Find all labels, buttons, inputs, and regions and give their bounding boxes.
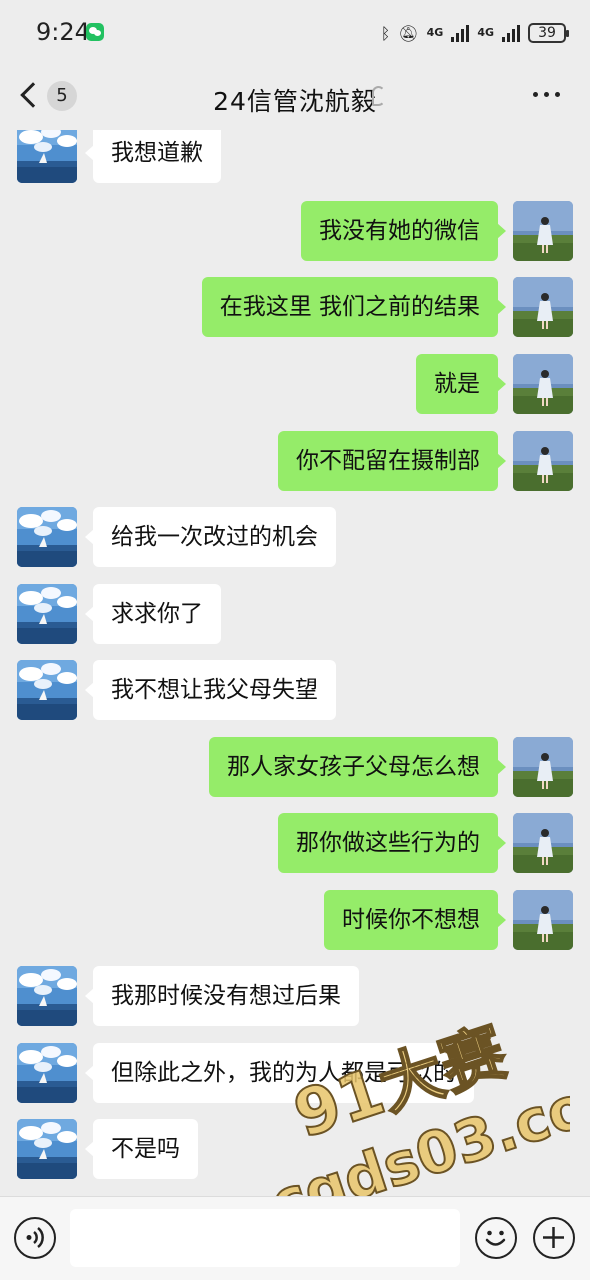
message-row: 我那时候没有想过后果 [0, 966, 590, 1026]
network-type-2: 4G [477, 26, 494, 39]
plus-icon [543, 1227, 564, 1248]
contact-avatar[interactable] [17, 1119, 77, 1179]
message-row: 那人家女孩子父母怎么想 [0, 737, 590, 797]
message-row: 但除此之外，我的为人都是可以的 [0, 1043, 590, 1103]
message-bubble[interactable]: 但除此之外，我的为人都是可以的 [85, 1043, 474, 1103]
status-icons: ᛒ 🔕︎ 4G 4G 39 [380, 20, 569, 46]
chat-title: 24信管沈航毅 [213, 87, 377, 116]
more-options-icon[interactable] [533, 92, 560, 97]
message-bubble[interactable]: 就是 [416, 354, 506, 414]
input-bar [0, 1196, 590, 1280]
signal-icon-1 [451, 24, 470, 42]
more-functions-button[interactable] [533, 1217, 575, 1259]
message-row: 就是 [0, 354, 590, 414]
contact-avatar[interactable] [17, 660, 77, 720]
message-bubble[interactable]: 求求你了 [85, 584, 221, 644]
wechat-notification-icon [86, 23, 104, 41]
message-row: 给我一次改过的机会 [0, 507, 590, 567]
contact-avatar[interactable] [17, 130, 77, 183]
battery-icon: 39 [528, 23, 569, 43]
message-row: 不是吗 [0, 1119, 590, 1179]
message-row: 你不配留在摄制部 [0, 431, 590, 491]
emoji-button[interactable] [475, 1217, 517, 1259]
message-bubble[interactable]: 我没有她的微信 [301, 201, 506, 261]
message-bubble[interactable]: 不是吗 [85, 1119, 198, 1179]
contact-avatar[interactable] [17, 966, 77, 1026]
message-bubble[interactable]: 你不配留在摄制部 [278, 431, 506, 491]
message-row: 那你做这些行为的 [0, 813, 590, 873]
my-avatar[interactable] [513, 277, 573, 337]
message-row: 我没有她的微信 [0, 201, 590, 261]
voice-icon [26, 1227, 44, 1248]
emoji-icon [485, 1230, 506, 1246]
message-bubble[interactable]: 时候你不想想 [324, 890, 506, 950]
status-bar: 9:24 ᛒ 🔕︎ 4G 4G 39 [0, 0, 590, 66]
network-type-1: 4G [426, 26, 444, 39]
my-avatar[interactable] [513, 431, 573, 491]
message-row: 求求你了 [0, 584, 590, 644]
mute-bell-icon: 🔕︎ [398, 23, 419, 43]
message-row: 在我这里 我们之前的结果 [0, 277, 590, 337]
contact-avatar[interactable] [17, 1043, 77, 1103]
message-bubble[interactable]: 给我一次改过的机会 [85, 507, 336, 567]
voice-input-button[interactable] [14, 1217, 56, 1259]
message-bubble[interactable]: 在我这里 我们之前的结果 [201, 277, 507, 337]
message-row: 时候你不想想 [0, 890, 590, 950]
message-row: 我想道歉 [0, 130, 590, 183]
chat-header: 5 24信管沈航毅 [0, 66, 590, 130]
message-row: 我不想让我父母失望 [0, 660, 590, 720]
message-bubble[interactable]: 那你做这些行为的 [278, 813, 506, 873]
contact-avatar[interactable] [17, 507, 77, 567]
bluetooth-icon: ᛒ [380, 23, 391, 43]
my-avatar[interactable] [513, 890, 573, 950]
my-avatar[interactable] [513, 201, 573, 261]
contact-avatar[interactable] [17, 584, 77, 644]
my-avatar[interactable] [513, 813, 573, 873]
my-avatar[interactable] [513, 354, 573, 414]
message-bubble[interactable]: 那人家女孩子父母怎么想 [209, 737, 506, 797]
message-bubble[interactable]: 我不想让我父母失望 [85, 660, 336, 720]
earpiece-mode-icon [372, 86, 385, 106]
message-list[interactable]: 我想道歉 我没有她的微信 在我这里 我们之前的结果 就是 你不配留在摄制部 给我… [0, 130, 590, 1196]
message-bubble[interactable]: 我那时候没有想过后果 [85, 966, 359, 1026]
status-time: 9:24 [36, 18, 90, 46]
message-bubble[interactable]: 我想道歉 [85, 130, 221, 183]
message-input[interactable] [70, 1209, 460, 1267]
signal-icon-2 [502, 24, 520, 42]
my-avatar[interactable] [513, 737, 573, 797]
